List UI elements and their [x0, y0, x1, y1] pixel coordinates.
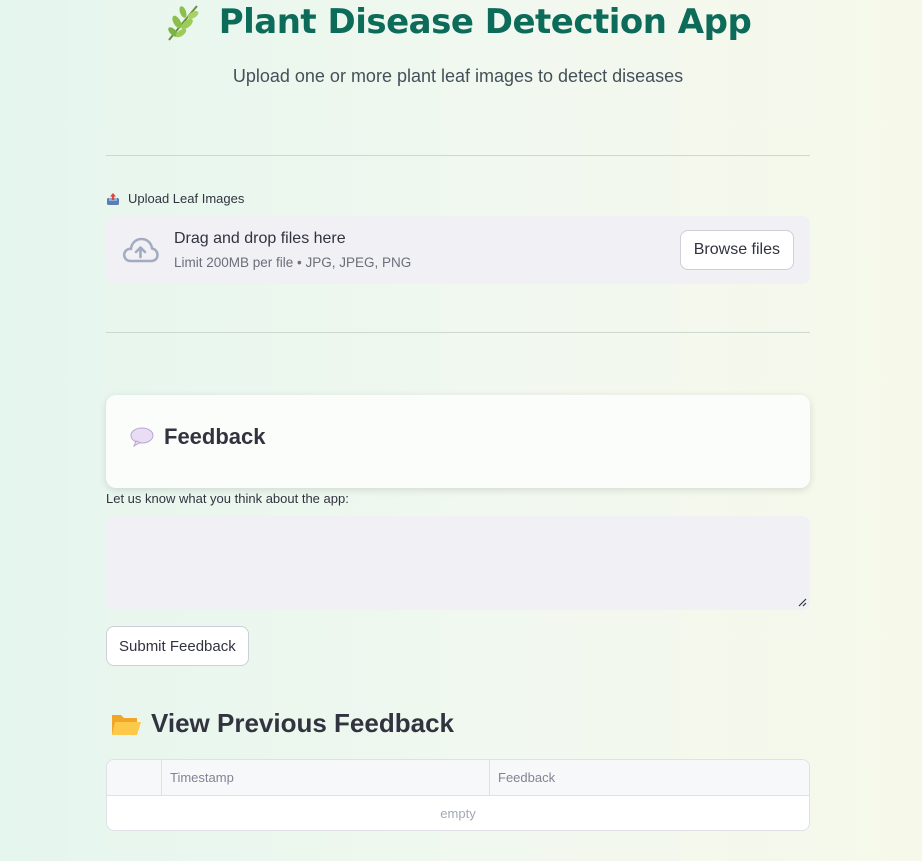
table-empty-state: empty: [440, 806, 476, 821]
upload-label-text: Upload Leaf Images: [128, 191, 245, 206]
column-header-index[interactable]: [107, 760, 162, 796]
cloud-upload-icon: [122, 237, 159, 263]
title-row: Plant Disease Detection App: [106, 0, 810, 44]
open-folder-icon: [112, 714, 141, 735]
feedback-card: Feedback: [106, 395, 810, 488]
previous-feedback-heading: View Previous Feedback: [106, 708, 454, 739]
file-dropzone[interactable]: Drag and drop files here Limit 200MB per…: [106, 216, 810, 284]
previous-feedback-title: View Previous Feedback: [151, 708, 454, 738]
upload-label: Upload Leaf Images: [106, 191, 244, 206]
browse-files-button[interactable]: Browse files: [679, 230, 794, 270]
page-title: Plant Disease Detection App: [218, 2, 752, 42]
outbox-tray-icon: [107, 192, 119, 205]
feedback-table[interactable]: Timestamp Feedback empty: [106, 759, 810, 831]
dropzone-title: Drag and drop files here: [174, 230, 346, 247]
feedback-prompt: Let us know what you think about the app…: [106, 491, 349, 506]
resize-handle-icon[interactable]: [798, 598, 807, 607]
speech-balloon-icon: [130, 427, 154, 447]
submit-feedback-button[interactable]: Submit Feedback: [106, 626, 249, 666]
herb-icon: [167, 5, 199, 41]
feedback-title: Feedback: [164, 424, 266, 449]
column-header-timestamp[interactable]: Timestamp: [162, 760, 490, 796]
column-header-feedback[interactable]: Feedback: [490, 760, 809, 796]
divider: [106, 155, 810, 156]
feedback-textarea[interactable]: [106, 516, 810, 610]
table-header: Timestamp Feedback: [107, 760, 809, 796]
page-subtitle: Upload one or more plant leaf images to …: [232, 66, 684, 86]
divider: [106, 332, 810, 333]
dropzone-limits: Limit 200MB per file • JPG, JPEG, PNG: [174, 255, 412, 270]
